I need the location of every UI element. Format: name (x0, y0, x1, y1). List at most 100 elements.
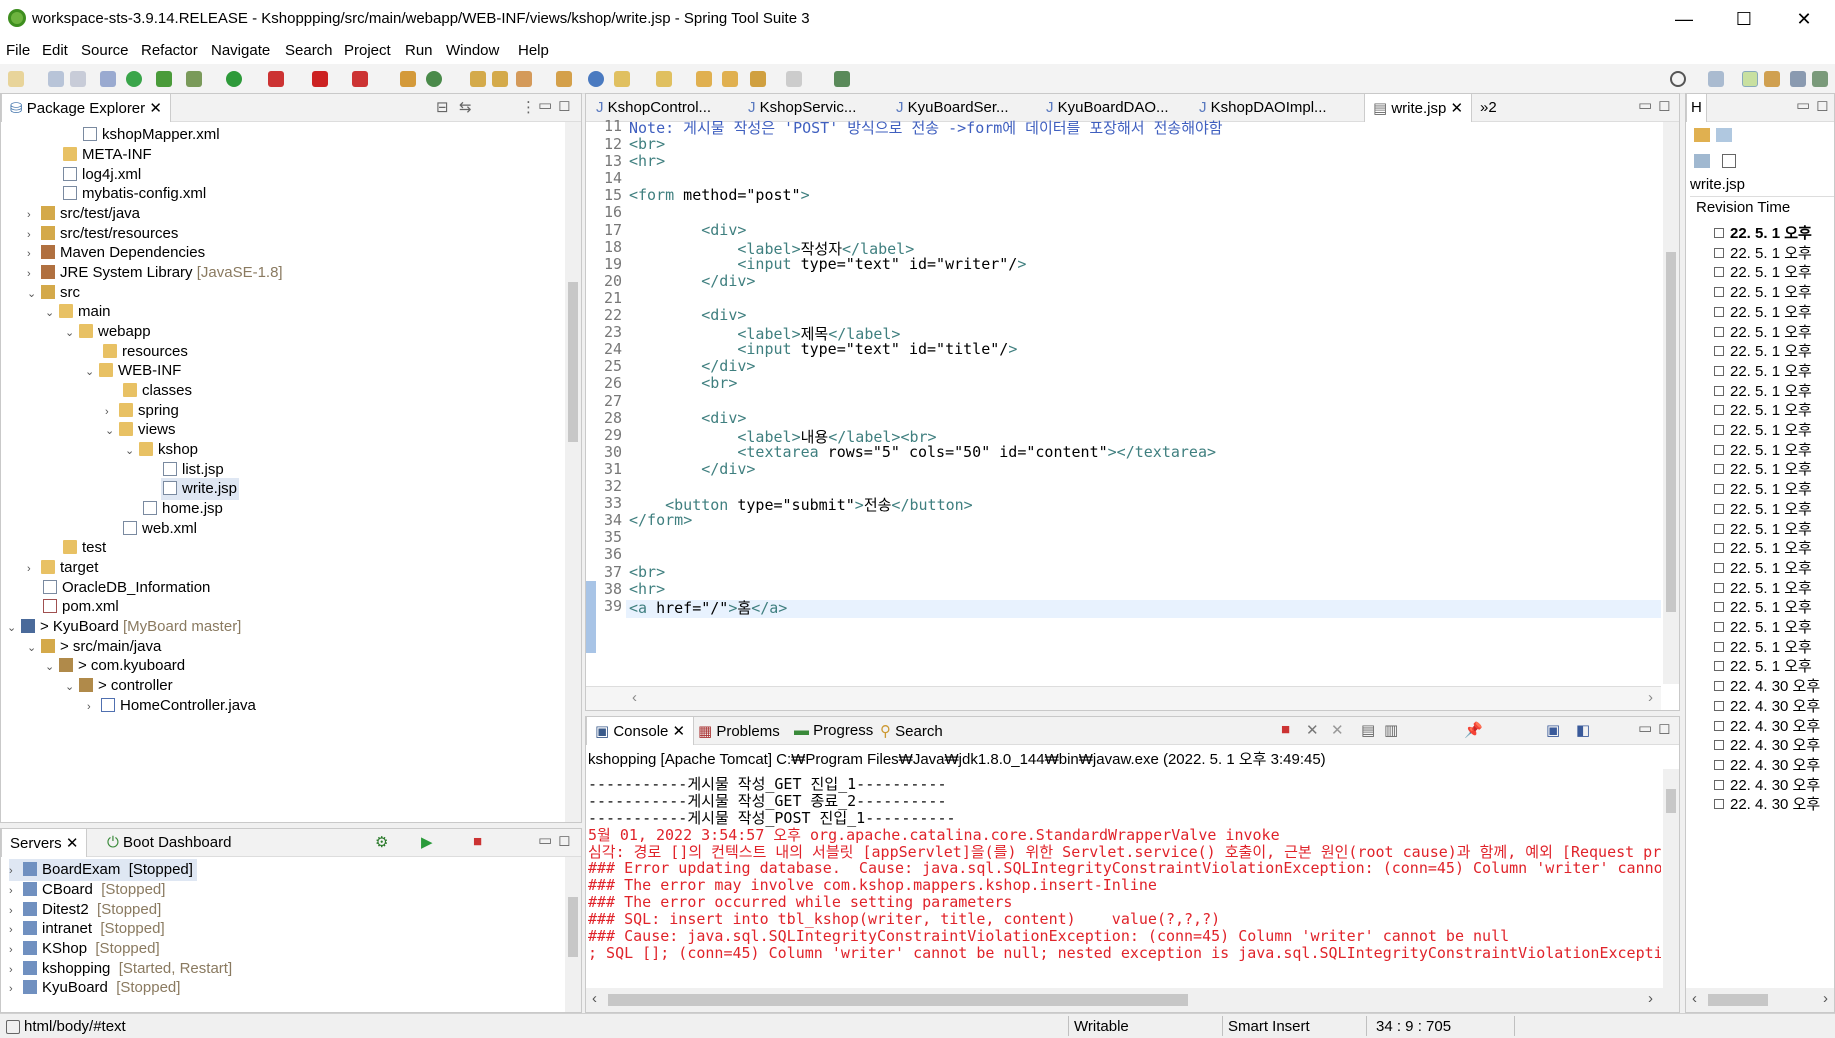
tree-item[interactable]: › Maven Dependencies (27, 242, 205, 264)
start-server-icon[interactable]: ▶ (421, 833, 433, 851)
menu-file[interactable]: File (6, 42, 30, 59)
history-hscrollbar[interactable]: ‹ › (1686, 988, 1834, 1012)
external-tools-icon[interactable] (352, 71, 368, 87)
history-entry[interactable]: 22. 5. 1 오후 (1714, 222, 1812, 243)
chevron-down-icon[interactable]: ⌄ (27, 283, 41, 305)
maximize-view-icon[interactable]: ◻ (558, 96, 570, 114)
history-entry[interactable]: 22. 5. 1 오후 (1714, 261, 1812, 282)
console-hscrollbar[interactable]: ‹ › (586, 988, 1679, 1012)
history-entry[interactable]: 22. 4. 30 오후 (1714, 793, 1820, 814)
chevron-down-icon[interactable]: ⌄ (27, 637, 41, 659)
history-entry[interactable]: 22. 5. 1 오후 (1714, 419, 1812, 440)
open-console-icon[interactable]: ◧ (1576, 721, 1590, 739)
remove-launch-icon[interactable]: ✕ (1306, 721, 1319, 739)
maximize-view-icon[interactable]: ◻ (1816, 96, 1828, 114)
tree-item[interactable]: web.xml (123, 518, 197, 540)
pin-console-icon[interactable]: 📌 (1464, 721, 1483, 739)
maximize-view-icon[interactable]: ◻ (558, 831, 570, 849)
close-button[interactable]: ✕ (1775, 0, 1833, 38)
history-entry[interactable]: 22. 5. 1 오후 (1714, 655, 1812, 676)
history-entry[interactable]: 22. 5. 1 오후 (1714, 242, 1812, 263)
scroll-right-icon[interactable]: › (1823, 990, 1828, 1007)
server-item[interactable]: › BoardExam [Stopped] (9, 859, 197, 881)
link-editor-icon[interactable]: ⇆ (459, 98, 472, 116)
tab-problems[interactable]: ▦ Problems (690, 717, 788, 745)
menu-search[interactable]: Search (285, 42, 333, 59)
clear-console-icon[interactable]: ▤ (1361, 721, 1375, 739)
debug-server-icon[interactable]: ⚙ (375, 833, 388, 851)
tab-boot-dashboard[interactable]: ⏻ Boot Dashboard (99, 829, 239, 857)
tab-progress[interactable]: ▬ Progress (786, 717, 881, 745)
chevron-down-icon[interactable]: ⌄ (45, 656, 59, 678)
tree-item[interactable]: ⌄ > com.kyuboard (45, 655, 185, 677)
history-entry[interactable]: 22. 5. 1 오후 (1714, 537, 1812, 558)
scroll-left-icon[interactable]: ‹ (632, 689, 637, 706)
tab-history[interactable]: H (1686, 94, 1707, 122)
server-item[interactable]: › KyuBoard [Stopped] (9, 977, 180, 999)
search-icon[interactable] (1670, 71, 1686, 87)
scroll-thumb[interactable] (568, 282, 578, 442)
history-entry[interactable]: 22. 4. 30 오후 (1714, 695, 1820, 716)
menu-edit[interactable]: Edit (42, 42, 68, 59)
tree-item[interactable]: ⌄ > KyuBoard [MyBoard master] (7, 616, 241, 638)
server-item[interactable]: › intranet [Stopped] (9, 918, 165, 940)
history-entry[interactable]: 22. 5. 1 오후 (1714, 301, 1812, 322)
save-all-icon[interactable] (70, 71, 86, 87)
tree-item[interactable]: mybatis-config.xml (63, 183, 206, 205)
back-icon[interactable] (722, 71, 738, 87)
history-entry[interactable]: 22. 5. 1 오후 (1714, 518, 1812, 539)
collapse-all-icon[interactable]: ⊟ (436, 98, 449, 116)
chevron-down-icon[interactable]: ⌄ (65, 676, 79, 698)
tab-package-explorer[interactable]: ⛁ Package Explorer ✕ (1, 94, 171, 122)
history-entry[interactable]: 22. 4. 30 오후 (1714, 734, 1820, 755)
tree-item[interactable]: ⌄ WEB-INF (85, 360, 181, 382)
chevron-right-icon[interactable]: › (87, 696, 101, 718)
new-class-icon[interactable] (426, 71, 442, 87)
chevron-down-icon[interactable]: ⌄ (7, 617, 21, 639)
history-entry[interactable]: 22. 4. 30 오후 (1714, 715, 1820, 736)
tree-item[interactable]: classes (123, 380, 192, 402)
chevron-down-icon[interactable]: ⌄ (45, 302, 59, 324)
open-perspective-icon[interactable] (1708, 71, 1724, 87)
task-icon[interactable] (516, 71, 532, 87)
open-folder-icon[interactable] (470, 71, 486, 87)
spring-perspective-icon[interactable] (1742, 71, 1758, 87)
display-console-icon[interactable]: ▣ (1546, 721, 1560, 739)
new-project-icon[interactable] (400, 71, 416, 87)
prev-annotation-icon[interactable] (656, 71, 672, 87)
new-icon[interactable] (8, 71, 24, 87)
history-entry[interactable]: 22. 5. 1 오후 (1714, 321, 1812, 342)
history-entry[interactable]: 22. 5. 1 오후 (1714, 458, 1812, 479)
view-menu-icon[interactable]: ⋮ (521, 98, 536, 116)
run-icon[interactable] (226, 71, 242, 87)
history-entry[interactable]: 22. 5. 1 오후 (1714, 380, 1812, 401)
refresh-icon[interactable] (156, 71, 172, 87)
servers-scrollbar[interactable] (565, 857, 581, 1012)
scroll-thumb[interactable] (1666, 789, 1676, 813)
chevron-down-icon[interactable]: ⌄ (65, 322, 79, 344)
tree-item[interactable]: ⌄ > controller (65, 675, 173, 697)
history-entry[interactable]: 22. 4. 30 오후 (1714, 675, 1820, 696)
console-output[interactable]: -----------게시물 작성_GET 진입_1---------- ----… (586, 769, 1661, 988)
server-item[interactable]: › KShop [Stopped] (9, 938, 160, 960)
history-entry[interactable]: 22. 5. 1 오후 (1714, 557, 1812, 578)
more-tabs-button[interactable]: »2 (1472, 94, 1505, 122)
history-entry[interactable]: 22. 5. 1 오후 (1714, 281, 1812, 302)
history-entry[interactable]: 22. 5. 1 오후 (1714, 498, 1812, 519)
menu-window[interactable]: Window (446, 42, 499, 59)
history-entry[interactable]: 22. 5. 1 오후 (1714, 616, 1812, 637)
tree-item-selected[interactable]: write.jsp (161, 478, 240, 500)
history-entry[interactable]: 22. 4. 30 오후 (1714, 774, 1820, 795)
minimize-view-icon[interactable]: ▭ (538, 96, 552, 114)
tree-item[interactable]: › target (27, 557, 98, 579)
scroll-right-icon[interactable]: › (1648, 689, 1653, 706)
chevron-right-icon[interactable]: › (27, 558, 41, 580)
code-editor[interactable]: 11 Note: 게시물 작성은 'POST' 방식으로 전송 ->form에 … (586, 117, 1679, 680)
tree-item[interactable]: pom.xml (43, 596, 119, 618)
git-perspective-icon[interactable] (1812, 71, 1828, 87)
tree-item[interactable]: ⌄ main (45, 301, 111, 323)
scroll-right-icon[interactable]: › (1648, 990, 1653, 1007)
forward-icon[interactable] (750, 71, 766, 87)
console-vscrollbar[interactable] (1663, 769, 1679, 988)
terminate-icon[interactable]: ■ (1281, 721, 1290, 738)
